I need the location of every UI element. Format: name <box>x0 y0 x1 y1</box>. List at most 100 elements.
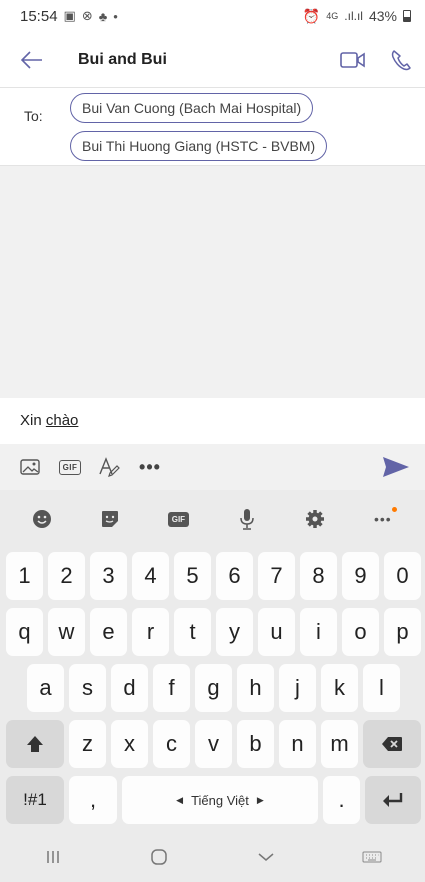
key-7[interactable]: 7 <box>258 552 295 600</box>
key-r[interactable]: r <box>132 608 169 656</box>
key-3[interactable]: 3 <box>90 552 127 600</box>
usb-icon: ♣ <box>98 8 108 24</box>
blocked-icon: ⊗ <box>81 8 93 23</box>
message-input[interactable]: Xin chào <box>8 398 423 444</box>
home-button[interactable] <box>129 837 189 877</box>
keyboard: GIF ••• 1 2 3 4 5 6 7 8 9 0 q w e r t y … <box>0 490 425 882</box>
recipient-chip[interactable]: Bui Thi Huong Giang (HSTC - BVBM) <box>70 131 328 161</box>
image-icon <box>20 459 40 475</box>
keyboard-gif-icon: GIF <box>167 511 190 527</box>
keyboard-toolbar: GIF ••• <box>0 490 425 548</box>
period-key[interactable]: . <box>323 776 360 824</box>
key-c[interactable]: c <box>153 720 190 768</box>
recent-apps-button[interactable] <box>23 837 83 877</box>
keyboard-settings-button[interactable] <box>295 499 335 539</box>
left-arrow-icon: ◀ <box>176 794 184 805</box>
signal-icon: .ıl.ıl <box>344 9 363 23</box>
notification-dot <box>391 507 397 512</box>
key-b[interactable]: b <box>237 720 274 768</box>
key-2[interactable]: 2 <box>48 552 85 600</box>
send-icon <box>383 457 409 477</box>
key-0[interactable]: 0 <box>384 552 421 600</box>
enter-icon <box>383 793 403 807</box>
key-6[interactable]: 6 <box>216 552 253 600</box>
key-row-space: !#1 , ◀ Tiếng Việt ▶ . <box>0 776 425 824</box>
key-u[interactable]: u <box>258 608 295 656</box>
key-l[interactable]: l <box>363 664 400 712</box>
key-v[interactable]: v <box>195 720 232 768</box>
key-y[interactable]: y <box>216 608 253 656</box>
key-g[interactable]: g <box>195 664 232 712</box>
back-button[interactable] <box>0 32 64 88</box>
space-key[interactable]: ◀ Tiếng Việt ▶ <box>122 776 318 824</box>
key-f[interactable]: f <box>153 664 190 712</box>
keyboard-icon <box>362 851 382 863</box>
key-x[interactable]: x <box>111 720 148 768</box>
key-h[interactable]: h <box>237 664 274 712</box>
keyboard-switch-button[interactable] <box>342 837 402 877</box>
phone-call-icon <box>391 49 411 70</box>
keyboard-more-icon: ••• <box>374 511 392 527</box>
backspace-icon <box>382 737 402 751</box>
key-w[interactable]: w <box>48 608 85 656</box>
more-options-button[interactable]: ••• <box>130 444 170 490</box>
key-row-numbers: 1 2 3 4 5 6 7 8 9 0 <box>0 552 425 600</box>
key-t[interactable]: t <box>174 608 211 656</box>
comma-key[interactable]: , <box>69 776 117 824</box>
key-j[interactable]: j <box>279 664 316 712</box>
symbols-key[interactable]: !#1 <box>6 776 64 824</box>
key-n[interactable]: n <box>279 720 316 768</box>
enter-key[interactable] <box>365 776 421 824</box>
recipient-chip[interactable]: Bui Van Cuong (Bach Mai Hospital) <box>70 93 314 123</box>
key-1[interactable]: 1 <box>6 552 43 600</box>
keyboard-gif-button[interactable]: GIF <box>158 499 198 539</box>
key-5[interactable]: 5 <box>174 552 211 600</box>
back-nav-button[interactable] <box>236 837 296 877</box>
key-d[interactable]: d <box>111 664 148 712</box>
send-button[interactable] <box>373 444 419 490</box>
chat-title: Bui and Bui <box>78 50 167 68</box>
key-4[interactable]: 4 <box>132 552 169 600</box>
shift-icon <box>27 736 43 752</box>
alarm-icon: ⏰ <box>302 7 321 24</box>
sticker-button[interactable] <box>90 499 130 539</box>
key-9[interactable]: 9 <box>342 552 379 600</box>
shift-key[interactable] <box>6 720 64 768</box>
key-o[interactable]: o <box>342 608 379 656</box>
key-k[interactable]: k <box>321 664 358 712</box>
key-q[interactable]: q <box>6 608 43 656</box>
key-i[interactable]: i <box>300 608 337 656</box>
attach-image-button[interactable] <box>10 444 50 490</box>
gif-icon: GIF <box>58 459 82 475</box>
network-label: 4G <box>326 11 339 21</box>
voice-input-button[interactable] <box>227 499 267 539</box>
back-arrow-icon <box>21 50 42 69</box>
chat-header: Bui and Bui <box>0 32 425 88</box>
emoji-button[interactable] <box>22 499 62 539</box>
key-s[interactable]: s <box>69 664 106 712</box>
battery-icon <box>403 10 411 22</box>
video-call-button[interactable] <box>329 32 377 88</box>
chevron-down-icon <box>258 853 274 861</box>
recipient-section: To: Bui Van Cuong (Bach Mai Hospital) Bu… <box>0 88 425 166</box>
key-8[interactable]: 8 <box>300 552 337 600</box>
key-e[interactable]: e <box>90 608 127 656</box>
key-p[interactable]: p <box>384 608 421 656</box>
backspace-key[interactable] <box>363 720 421 768</box>
space-language-label: Tiếng Việt <box>191 792 249 808</box>
key-a[interactable]: a <box>27 664 64 712</box>
message-area <box>0 166 425 398</box>
message-composing-text: chào <box>45 412 79 429</box>
emoji-icon <box>33 510 52 528</box>
keyboard-more-button[interactable]: ••• <box>363 499 403 539</box>
key-m[interactable]: m <box>321 720 358 768</box>
key-row-top: q w e r t y u i o p <box>0 608 425 656</box>
key-z[interactable]: z <box>69 720 106 768</box>
gif-button[interactable]: GIF <box>50 444 90 490</box>
format-pen-icon <box>99 457 120 477</box>
right-arrow-icon: ▶ <box>256 794 264 805</box>
phone-call-button[interactable] <box>377 32 425 88</box>
format-button[interactable] <box>90 444 130 490</box>
message-text: Xin <box>20 412 46 429</box>
recent-apps-icon <box>47 851 59 863</box>
